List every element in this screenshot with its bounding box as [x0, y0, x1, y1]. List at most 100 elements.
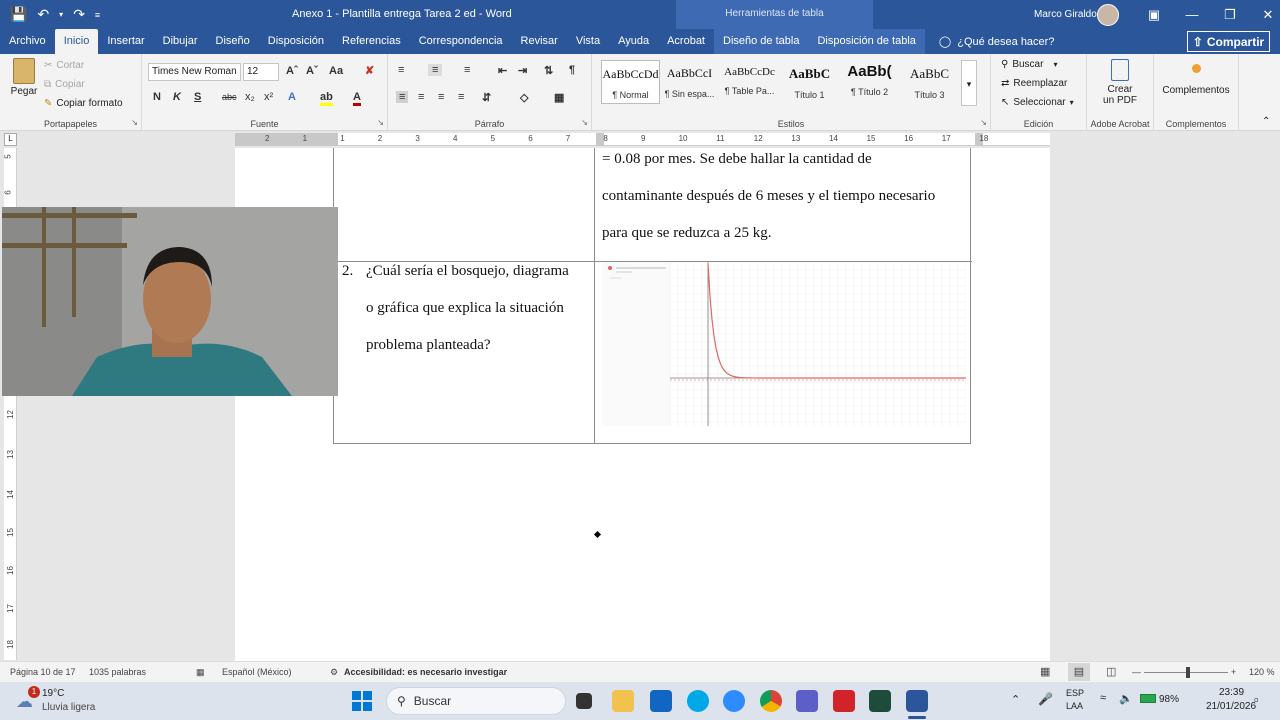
font-size-combo[interactable]: 12	[243, 63, 279, 81]
bullets-icon[interactable]: ≡	[398, 64, 404, 76]
shading-icon[interactable]: ◇	[520, 91, 528, 104]
strikethrough-icon[interactable]: abc	[222, 92, 237, 102]
subscript-icon[interactable]: x₂	[245, 91, 255, 103]
zoom-app-icon[interactable]	[723, 690, 745, 712]
select-button[interactable]: ↖ Seleccionar ▾	[1001, 97, 1074, 108]
proofing-icon[interactable]: ▦	[196, 667, 205, 678]
sort-icon[interactable]: ⇅	[544, 64, 553, 77]
start-icon[interactable]	[352, 691, 372, 711]
battery-icon[interactable]	[1140, 694, 1156, 703]
question-text-line[interactable]: ¿Cuál sería el bosquejo, diagrama	[366, 263, 569, 280]
language-status[interactable]: Español (México)	[222, 667, 292, 677]
weather-widget[interactable]: ☁ 1 19°C Lluvia ligera	[14, 686, 124, 716]
tab-disposicion-de-tabla[interactable]: Disposición de tabla	[808, 29, 925, 54]
graph-image[interactable]	[602, 262, 966, 426]
tab-diseno-de-tabla[interactable]: Diseño de tabla	[714, 29, 809, 54]
align-center-icon[interactable]: ≡	[418, 91, 424, 103]
word-count[interactable]: 1035 palabras	[89, 667, 146, 677]
teams-icon[interactable]	[796, 690, 818, 712]
font-launcher-icon[interactable]: ↘	[377, 118, 384, 127]
tab-insertar[interactable]: Insertar	[98, 29, 153, 54]
decrease-indent-icon[interactable]: ⇤	[498, 64, 507, 77]
style-sin-espaciado[interactable]: AaBbCcI ¶ Sin espa...	[660, 60, 719, 104]
clear-formatting-icon[interactable]: ✘	[365, 64, 374, 77]
cut-button[interactable]: ✂ Cortar	[44, 60, 84, 71]
style-normal[interactable]: AaBbCcDd ¶ Normal	[601, 60, 660, 104]
zoom-slider-thumb[interactable]	[1186, 667, 1190, 678]
wifi-icon[interactable]: ≈	[1100, 692, 1106, 704]
cell-text-line[interactable]: contaminante después de 6 meses y el tie…	[602, 188, 935, 205]
tab-correspondencia[interactable]: Correspondencia	[410, 29, 512, 54]
save-icon[interactable]: 💾	[10, 6, 27, 23]
italic-icon[interactable]: K	[173, 91, 181, 103]
tab-diseno[interactable]: Diseño	[207, 29, 259, 54]
ribbon-display-icon[interactable]: ▣	[1135, 0, 1173, 29]
taskbar-search[interactable]: ⚲ Buscar	[386, 687, 566, 715]
align-left-icon[interactable]: ≡	[396, 91, 409, 103]
horizontal-ruler[interactable]: 2 1 1 2 3 4 5 6 7 8 9 10 11 12 13 14 15 16 17 18	[235, 133, 1050, 146]
outlook-icon[interactable]	[650, 690, 672, 712]
change-case-icon[interactable]: Aa	[329, 65, 343, 77]
paragraph-launcher-icon[interactable]: ↘	[581, 118, 588, 127]
format-painter-button[interactable]: ✎ Copiar formato	[44, 98, 123, 109]
tab-inicio[interactable]: Inicio	[54, 29, 99, 54]
find-button[interactable]: ⚲ Buscar ▾	[1001, 59, 1057, 70]
user-name[interactable]: Marco Giraldo	[1034, 9, 1097, 20]
maximize-icon[interactable]: ❐	[1211, 0, 1249, 29]
zoom-slider[interactable]	[1144, 667, 1228, 678]
style-titulo-1[interactable]: AaBbC Título 1	[780, 60, 839, 104]
tab-dibujar[interactable]: Dibujar	[154, 29, 207, 54]
paste-button[interactable]: Pegar	[8, 58, 40, 97]
align-right-icon[interactable]: ≡	[438, 91, 444, 103]
question-text-line[interactable]: problema planteada?	[366, 337, 491, 354]
zoom-in-icon[interactable]: +	[1231, 667, 1236, 677]
copy-button[interactable]: ⧉ Copiar	[44, 79, 85, 90]
zoom-out-icon[interactable]: —	[1132, 667, 1141, 677]
borders-icon[interactable]: ▦	[554, 91, 564, 104]
task-view-icon[interactable]	[576, 693, 592, 709]
justify-icon[interactable]: ≡	[458, 91, 464, 103]
minimize-icon[interactable]: —	[1173, 0, 1211, 29]
tab-acrobat[interactable]: Acrobat	[658, 29, 714, 54]
increase-indent-icon[interactable]: ⇥	[518, 64, 527, 77]
tab-archivo[interactable]: Archivo	[0, 29, 55, 54]
clock-date[interactable]: 21/01/2026	[1206, 701, 1256, 712]
create-pdf-button[interactable]: Crear un PDF	[1087, 59, 1153, 106]
page-count[interactable]: Página 10 de 17	[10, 667, 76, 677]
tab-vista[interactable]: Vista	[567, 29, 609, 54]
notifications-icon[interactable]: ▫	[1254, 692, 1259, 707]
skype-icon[interactable]	[687, 690, 709, 712]
bold-icon[interactable]: N	[153, 91, 161, 103]
addins-button[interactable]: Complementos	[1154, 64, 1238, 96]
clock-time[interactable]: 23:39	[1219, 687, 1244, 698]
close-icon[interactable]: ✕	[1249, 0, 1280, 29]
collapse-ribbon-icon[interactable]: ⌃	[1262, 116, 1270, 127]
cell-text-line[interactable]: para que se reduzca a 25 kg.	[602, 225, 772, 242]
tab-referencias[interactable]: Referencias	[333, 29, 410, 54]
redo-icon[interactable]: ↷	[73, 6, 85, 23]
word-app-icon[interactable]	[906, 690, 928, 712]
clipboard-launcher-icon[interactable]: ↘	[131, 118, 138, 127]
tab-revisar[interactable]: Revisar	[512, 29, 567, 54]
multilevel-list-icon[interactable]: ≡	[464, 64, 470, 76]
print-layout-icon[interactable]: ▤	[1068, 663, 1090, 681]
style-titulo-3[interactable]: AaBbC Título 3	[900, 60, 959, 104]
zoom-level[interactable]: 120 %	[1249, 667, 1275, 677]
share-button[interactable]: ⇧ Compartir	[1187, 31, 1270, 52]
user-avatar[interactable]	[1097, 4, 1119, 26]
file-explorer-icon[interactable]	[612, 690, 634, 712]
numbering-icon[interactable]: ≡	[428, 64, 443, 76]
replace-button[interactable]: ⇄ Reemplazar	[1001, 78, 1067, 89]
tab-ayuda[interactable]: Ayuda	[609, 29, 658, 54]
document-page[interactable]: = 0.08 por mes. Se debe hallar la cantid…	[235, 148, 1050, 661]
font-family-combo[interactable]: Times New Roman	[148, 63, 241, 81]
tab-selector[interactable]: L	[4, 133, 17, 146]
microphone-icon[interactable]: 🎤	[1038, 692, 1053, 706]
styles-launcher-icon[interactable]: ↘	[980, 118, 987, 127]
document-table[interactable]: = 0.08 por mes. Se debe hallar la cantid…	[333, 148, 972, 444]
underline-icon[interactable]: S	[194, 91, 201, 103]
undo-dropdown-icon[interactable]: ▾	[59, 10, 63, 19]
style-table-paragraph[interactable]: AaBbCcDc ¶ Table Pa...	[720, 60, 779, 104]
tell-me-box[interactable]: ◯ ¿Qué desea hacer?	[925, 35, 1055, 49]
accessibility-status[interactable]: Accesibilidad: es necesario investigar	[344, 667, 507, 677]
